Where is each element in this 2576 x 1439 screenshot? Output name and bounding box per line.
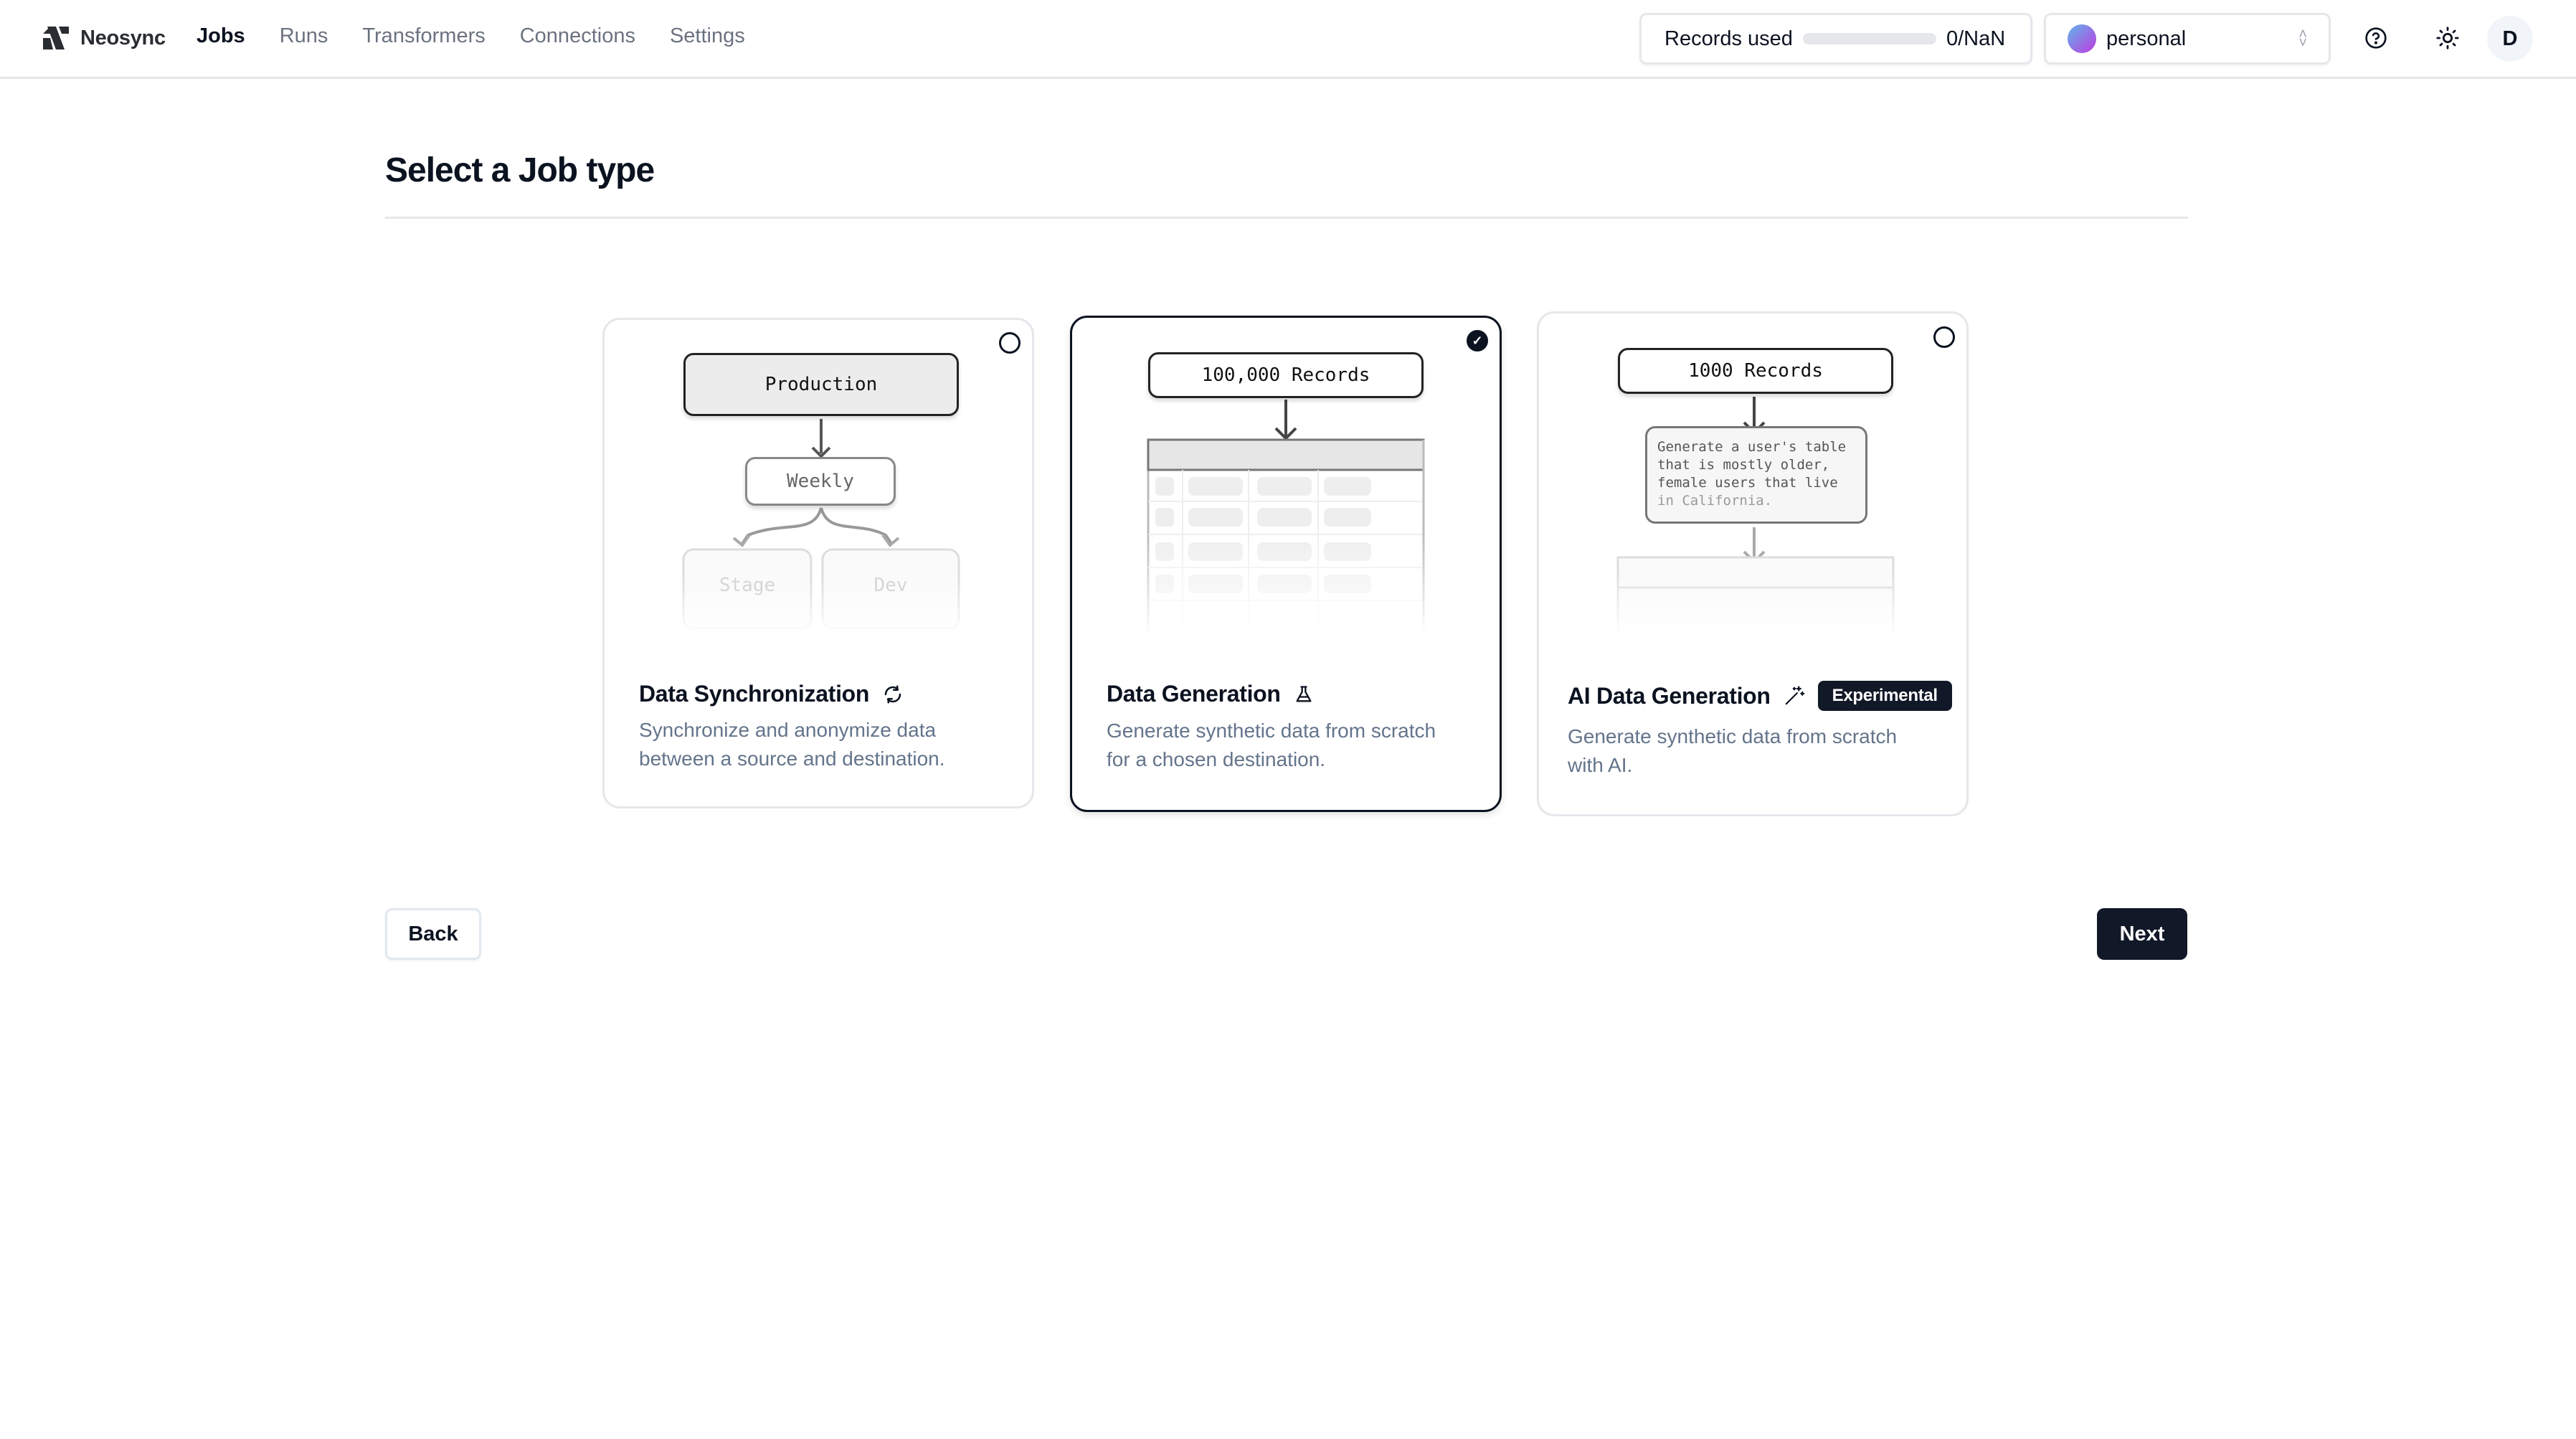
diagram-node-weekly: Weekly — [745, 457, 896, 506]
diagram-node-production: Production — [683, 353, 959, 416]
card-title-data-sync: Data Synchronization — [639, 681, 904, 707]
chevron-up-down-icon: ˄ ˅ — [2298, 27, 2307, 51]
main-nav: Jobs Runs Transformers Connections Setti… — [196, 24, 745, 48]
card-title-text: AI Data Generation — [1568, 682, 1771, 709]
prompt-line: that is mostly older, — [1657, 457, 1830, 473]
card-title-text: Data Generation — [1107, 681, 1281, 707]
arrow-weekly-dev — [820, 507, 893, 545]
diagram-prompt-box: Generate a user's table that is mostly o… — [1645, 426, 1867, 524]
user-avatar[interactable]: D — [2487, 16, 2533, 62]
arrow-weekly-stage — [741, 507, 823, 545]
card-description-data-generation: Generate synthetic data from scratch for… — [1107, 717, 1465, 774]
nav-connections[interactable]: Connections — [520, 24, 635, 48]
nav-jobs[interactable]: Jobs — [196, 24, 245, 48]
page-title: Select a Job type — [385, 151, 655, 189]
top-navbar: Neosync Jobs Runs Transformers Connectio… — [0, 0, 2576, 79]
table-illustration — [1144, 438, 1431, 633]
job-type-card-data-generation[interactable]: ✓ 100,000 Records Data Generation Genera… — [1070, 316, 1502, 812]
app-logo[interactable]: Neosync — [40, 24, 166, 52]
next-button[interactable]: Next — [2097, 908, 2187, 960]
records-progress-bar — [1802, 33, 1936, 44]
account-name: personal — [2106, 27, 2187, 50]
account-switcher[interactable]: personal ˄ ˅ — [2044, 13, 2331, 65]
prompt-line: female users that live — [1657, 475, 1838, 491]
card-title-data-generation: Data Generation — [1107, 681, 1314, 707]
desc-line: Generate synthetic data from scratch — [1568, 725, 1898, 747]
desc-line: Synchronize and anonymize data — [639, 719, 937, 741]
desc-line: with AI. — [1568, 754, 1633, 776]
title-divider — [385, 217, 2188, 219]
nav-runs[interactable]: Runs — [280, 24, 328, 48]
prompt-line: in California. — [1657, 493, 1773, 509]
diagram-node-records: 100,000 Records — [1148, 352, 1424, 398]
desc-line: between a source and destination. — [639, 747, 945, 770]
card-description-data-sync: Synchronize and anonymize data between a… — [639, 716, 998, 773]
desc-line: Generate synthetic data from scratch — [1107, 720, 1436, 742]
help-circle-icon — [2365, 27, 2387, 49]
experimental-badge: Experimental — [1817, 681, 1952, 711]
card-description-ai-data-generation: Generate synthetic data from scratch wit… — [1568, 722, 1926, 780]
card-title-text: Data Synchronization — [639, 681, 870, 707]
flask-icon — [1296, 685, 1312, 702]
theme-toggle-button[interactable] — [2431, 22, 2464, 55]
app-name: Neosync — [80, 26, 166, 49]
card-title-ai-data-generation: AI Data Generation Experimental — [1568, 681, 1952, 711]
records-used-label: Records used — [1665, 27, 1793, 50]
magic-wand-icon — [1785, 686, 1804, 705]
nav-transformers[interactable]: Transformers — [362, 24, 485, 48]
account-avatar — [2068, 24, 2096, 53]
nav-settings[interactable]: Settings — [670, 24, 745, 48]
diagram-label-dev: Dev — [873, 575, 908, 596]
sun-icon — [2436, 27, 2459, 49]
sync-icon — [884, 685, 901, 703]
job-type-card-data-sync[interactable]: Production Weekly Stage Dev Data Synchro… — [602, 318, 1034, 808]
records-used-value: 0/NaN — [1946, 27, 2006, 50]
desc-line: for a chosen destination. — [1107, 748, 1326, 770]
diagram-node-records: 1000 Records — [1618, 348, 1893, 394]
job-type-card-ai-data-generation[interactable]: 1000 Records Generate a user's table tha… — [1537, 311, 1969, 816]
records-used-widget[interactable]: Records used 0/NaN — [1639, 13, 2032, 65]
neosync-logo-icon — [43, 27, 69, 49]
back-button[interactable]: Back — [385, 908, 481, 960]
diagram-label-stage: Stage — [719, 575, 776, 596]
help-button[interactable] — [2359, 22, 2392, 55]
prompt-line: Generate a user's table — [1657, 439, 1847, 455]
